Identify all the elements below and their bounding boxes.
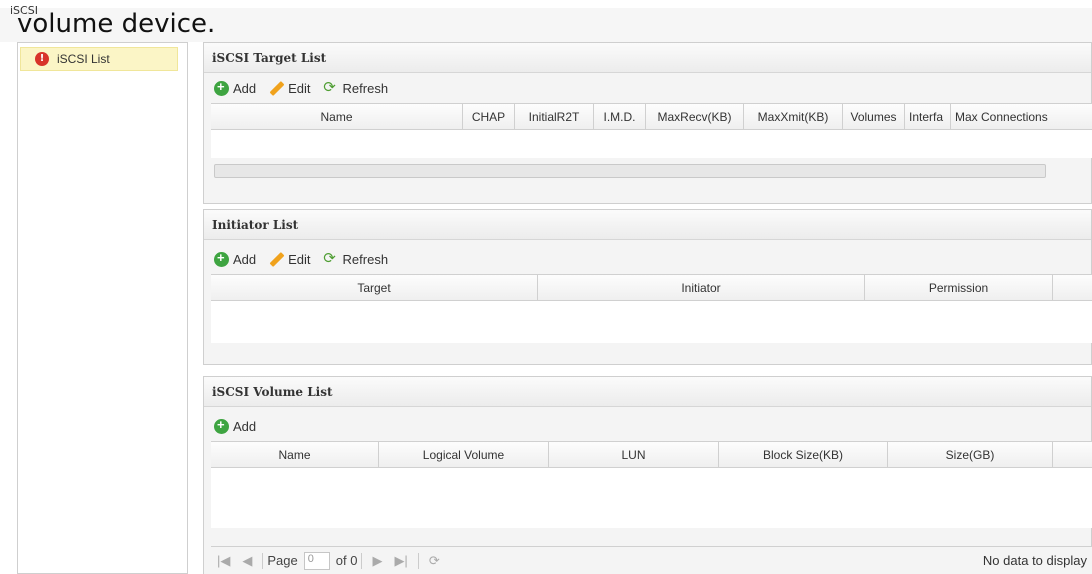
target-edit-button[interactable]: Edit [266, 80, 310, 96]
initiator-grid: Target Initiator Permission [211, 274, 1092, 343]
column-header[interactable]: InitialR2T [515, 104, 594, 129]
volume-add-button[interactable]: Add [214, 417, 257, 434]
window-title: iSCSI [10, 4, 38, 17]
target-grid-header: Name CHAP InitialR2T I.M.D. MaxRecv(KB) … [211, 104, 1092, 130]
column-header[interactable]: Name [211, 104, 463, 129]
column-header[interactable]: I.M.D. [594, 104, 646, 129]
target-refresh-button[interactable]: ⟳ Refresh [321, 79, 389, 96]
horizontal-scrollbar[interactable] [214, 164, 1046, 178]
initiator-add-button[interactable]: Add [214, 250, 257, 267]
column-header[interactable]: Interfa [905, 104, 951, 129]
column-header[interactable]: CHAP [463, 104, 515, 129]
add-icon [214, 79, 229, 96]
volume-panel-title: iSCSI Volume List [212, 384, 333, 399]
add-icon [214, 250, 229, 267]
volume-grid-body [211, 468, 1092, 528]
add-label: Add [233, 80, 257, 96]
edit-label: Edit [288, 251, 311, 267]
target-panel-header: iSCSI Target List [204, 43, 1091, 73]
initiator-toolbar: Add Edit ⟳ Refresh [204, 244, 1091, 274]
volume-grid: Name Logical Volume LUN Block Size(KB) S… [211, 441, 1092, 528]
volume-list-panel: iSCSI Volume List Add Name Logical Volum… [203, 376, 1092, 574]
navigation-tree: ! iSCSI List [17, 42, 188, 574]
column-header-spacer [1053, 442, 1092, 467]
refresh-icon[interactable]: ⟳ [423, 553, 446, 569]
column-header[interactable]: Target [211, 275, 538, 300]
refresh-label: Refresh [342, 251, 389, 267]
volume-panel-header: iSCSI Volume List [204, 377, 1091, 407]
initiator-edit-button[interactable]: Edit [266, 251, 310, 267]
column-header[interactable]: MaxXmit(KB) [744, 104, 843, 129]
tree-item-iscsi-list[interactable]: ! iSCSI List [20, 47, 178, 71]
initiator-refresh-button[interactable]: ⟳ Refresh [321, 250, 389, 267]
refresh-icon: ⟳ [323, 250, 336, 267]
target-toolbar: Add Edit ⟳ Refresh [204, 73, 1091, 103]
column-header[interactable]: Permission [865, 275, 1053, 300]
paging-toolbar: |◀ ◀ Page 0 of 0 ▶ ▶| ⟳ No data to displ… [211, 546, 1092, 574]
previous-page-icon[interactable]: ◀ [236, 553, 258, 569]
page-label: Page [267, 553, 298, 568]
column-header[interactable]: Logical Volume [379, 442, 549, 467]
volume-grid-header: Name Logical Volume LUN Block Size(KB) S… [211, 442, 1092, 468]
target-panel-title: iSCSI Target List [212, 50, 327, 65]
column-header[interactable]: LUN [549, 442, 719, 467]
page-number-input[interactable]: 0 [303, 551, 330, 570]
refresh-icon: ⟳ [323, 79, 336, 96]
paging-status: No data to display [982, 553, 1087, 568]
initiator-panel-header: Initiator List [204, 210, 1091, 240]
target-grid-body [211, 130, 1092, 158]
column-header[interactable]: Block Size(KB) [719, 442, 888, 467]
separator [361, 552, 363, 569]
column-header[interactable]: Size(GB) [888, 442, 1053, 467]
edit-label: Edit [288, 80, 311, 96]
main-content: iSCSI Target List Add Edit ⟳ Refresh Nam… [203, 42, 1092, 574]
column-header[interactable]: Volumes [843, 104, 905, 129]
pencil-icon [266, 251, 284, 267]
pencil-icon [266, 80, 284, 96]
add-label: Add [233, 251, 257, 267]
target-add-button[interactable]: Add [214, 79, 257, 96]
initiator-grid-body [211, 301, 1092, 343]
add-label: Add [233, 418, 257, 434]
initiator-grid-header: Target Initiator Permission [211, 275, 1092, 301]
caption-text: volume device. [17, 9, 216, 39]
iscsi-icon: ! [35, 52, 49, 66]
tree-item-label: iSCSI List [57, 52, 110, 66]
first-page-icon[interactable]: |◀ [211, 553, 236, 569]
last-page-icon[interactable]: ▶| [388, 553, 413, 569]
refresh-label: Refresh [342, 80, 389, 96]
column-header[interactable]: Max Connections [951, 104, 1092, 129]
target-grid: Name CHAP InitialR2T I.M.D. MaxRecv(KB) … [211, 103, 1092, 158]
column-header[interactable]: MaxRecv(KB) [646, 104, 744, 129]
separator [417, 552, 419, 569]
volume-toolbar: Add [204, 411, 1091, 441]
initiator-panel-title: Initiator List [212, 217, 299, 232]
separator [262, 552, 264, 569]
add-icon [214, 417, 229, 434]
next-page-icon[interactable]: ▶ [366, 553, 388, 569]
page-count-label: of 0 [335, 553, 358, 568]
column-header-spacer [1053, 275, 1092, 300]
target-list-panel: iSCSI Target List Add Edit ⟳ Refresh Nam… [203, 42, 1092, 204]
initiator-list-panel: Initiator List Add Edit ⟳ Refresh Target… [203, 209, 1092, 365]
column-header[interactable]: Name [211, 442, 379, 467]
column-header[interactable]: Initiator [538, 275, 865, 300]
